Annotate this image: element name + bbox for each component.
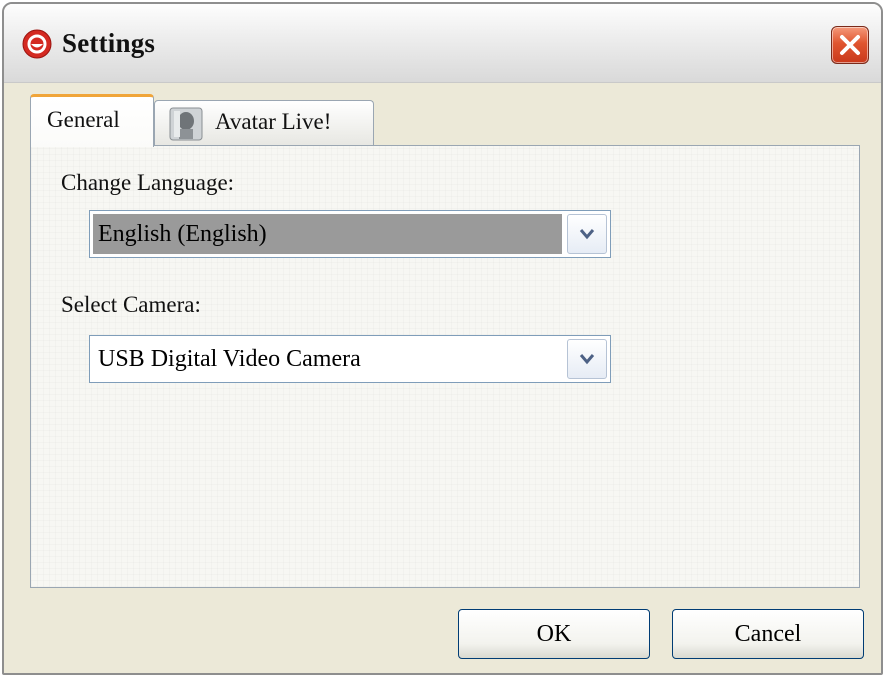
camera-dropdown-button[interactable] [567,339,607,379]
general-tab-panel: Change Language: English (English) Selec… [30,145,860,588]
language-select[interactable]: English (English) [89,210,611,258]
tab-general[interactable]: General [30,94,154,147]
chevron-down-icon [579,354,595,365]
settings-dialog: Settings General Avatar Live! Change Lan… [2,2,883,675]
language-select-value: English (English) [93,214,562,254]
tab-general-label: General [47,107,120,132]
title-bar[interactable]: Settings [4,4,881,83]
language-dropdown-button[interactable] [567,214,607,254]
change-language-label: Change Language: [61,170,235,195]
close-button[interactable] [831,26,869,64]
window-title: Settings [62,28,156,58]
avatar-icon [169,107,203,141]
cancel-button[interactable]: Cancel [672,609,864,659]
ok-button[interactable]: OK [458,609,650,659]
camera-select[interactable]: USB Digital Video Camera [89,335,611,383]
select-camera-label: Select Camera: [61,292,201,317]
close-icon [840,35,860,55]
tab-avatar-live[interactable]: Avatar Live! [154,100,374,146]
app-logo-icon [22,29,52,59]
tab-strip: General Avatar Live! [30,94,430,147]
tab-avatar-live-label: Avatar Live! [215,109,332,134]
camera-select-value: USB Digital Video Camera [98,346,361,372]
chevron-down-icon [579,229,595,240]
